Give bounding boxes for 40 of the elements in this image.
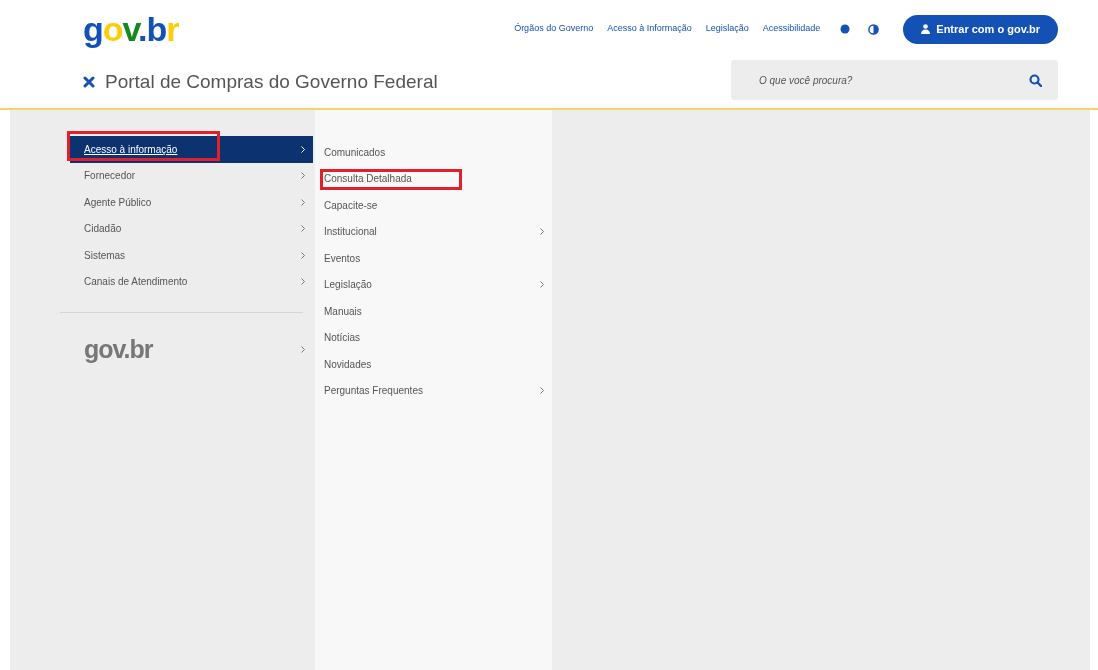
chevron-right-icon [301, 225, 305, 233]
nav-link[interactable]: Órgãos do Governo [514, 22, 594, 36]
theme-icon[interactable] [840, 24, 851, 34]
site-title: Portal de Compras do Governo Federal [105, 69, 438, 94]
menu-item[interactable]: Fornecedor [70, 162, 313, 189]
chevron-right-icon [540, 281, 544, 289]
nav-link[interactable]: Legislação [705, 22, 749, 36]
submenu-item[interactable]: Comunicados [322, 139, 544, 166]
close-icon[interactable] [83, 76, 95, 88]
menu-item[interactable]: Agente Público [70, 189, 313, 216]
chevron-right-icon [301, 278, 305, 286]
chevron-right-icon [301, 198, 305, 206]
user-icon [921, 24, 931, 34]
chevron-right-icon [301, 145, 305, 153]
gov-br-logo[interactable]: gov.br [70, 331, 153, 369]
search-icon[interactable] [1029, 74, 1042, 87]
submenu-item[interactable]: Notícias [322, 324, 544, 351]
menu-item[interactable]: Acesso à informação [70, 136, 313, 163]
submenu-item[interactable]: Manuais [322, 298, 544, 325]
submenu-item[interactable]: Novidades [322, 351, 544, 378]
search-field[interactable]: O que você procura? [731, 60, 1058, 100]
gov-br-logo[interactable]: gov.br [83, 12, 179, 46]
submenu-item[interactable]: Consulta Detalhada [322, 165, 544, 192]
submenu-item[interactable]: Capacite-se [322, 192, 544, 219]
menu-item[interactable]: Canais de Atendimento [70, 268, 313, 295]
submenu-item[interactable]: Eventos [322, 245, 544, 272]
chevron-right-icon [301, 172, 305, 180]
submenu-item[interactable]: Legislação [322, 271, 544, 298]
menu-item[interactable]: Sistemas [70, 242, 313, 269]
submenu-item[interactable]: Perguntas Frequentes [322, 377, 544, 404]
nav-link[interactable]: Acessibilidade [762, 22, 821, 36]
login-button[interactable]: Entrar com o gov.br [903, 14, 1058, 44]
contrast-icon[interactable] [868, 23, 880, 35]
menu-item[interactable]: Cidadão [70, 215, 313, 242]
chevron-right-icon [540, 228, 544, 236]
chevron-right-icon[interactable] [301, 346, 305, 354]
chevron-right-icon [301, 251, 305, 259]
chevron-right-icon [540, 387, 544, 395]
submenu-item[interactable]: Institucional [322, 218, 544, 245]
nav-link[interactable]: Acesso à Informação [607, 22, 692, 36]
